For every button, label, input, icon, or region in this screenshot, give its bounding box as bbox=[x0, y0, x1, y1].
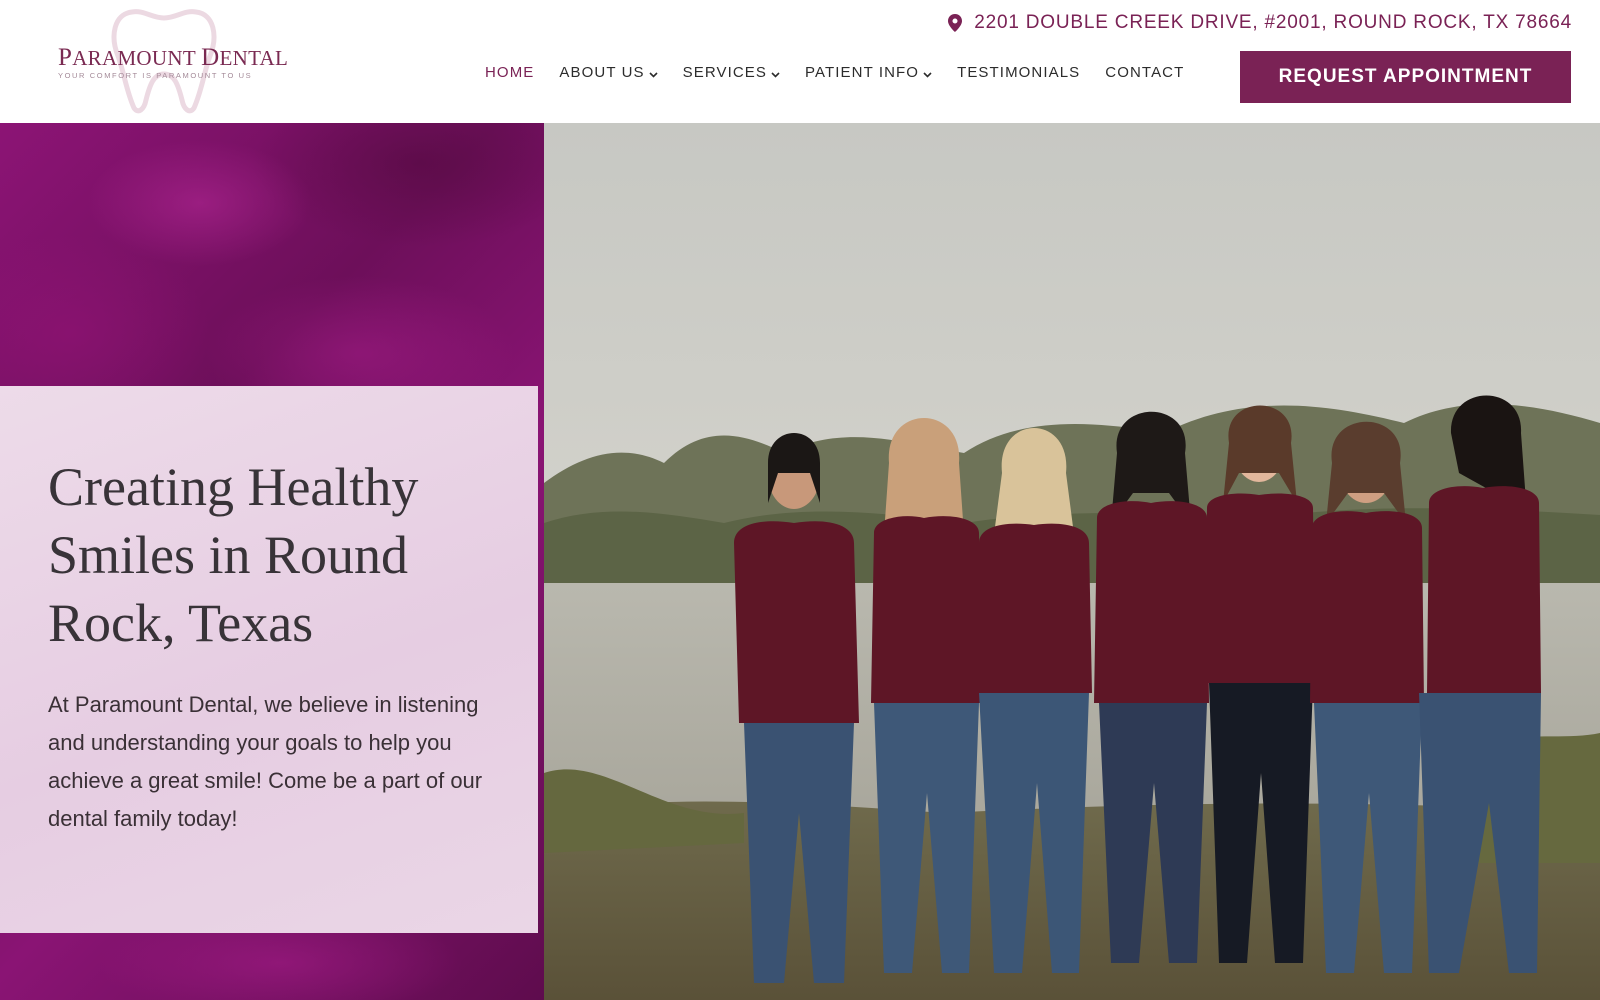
logo-tagline: YOUR COMFORT IS PARAMOUNT TO US bbox=[58, 71, 253, 80]
nav-item-label: SERVICES bbox=[682, 64, 768, 81]
nav-item-label: ABOUT US bbox=[559, 64, 645, 81]
team-photo bbox=[544, 123, 1600, 1000]
nav-item-label: PATIENT INFO bbox=[805, 64, 920, 81]
site-header: PARAMOUNT DENTAL YOUR COMFORT IS PARAMOU… bbox=[0, 0, 1600, 123]
hero-heading: Creating Healthy Smiles in Round Rock, T… bbox=[48, 457, 419, 653]
team-photo-image bbox=[544, 123, 1600, 1000]
address-text: 2201 DOUBLE CREEK DRIVE, #2001, ROUND RO… bbox=[974, 12, 1572, 33]
nav-item-label: HOME bbox=[485, 64, 535, 81]
nav-item-label: CONTACT bbox=[1105, 64, 1185, 81]
hero-description: At Paramount Dental, we believe in liste… bbox=[48, 692, 483, 831]
logo-wordmark: PARAMOUNT DENTAL bbox=[58, 44, 289, 71]
main-nav: HOME ABOUT US SERVICES PATIENT INFO TEST… bbox=[485, 64, 1184, 81]
chevron-down-icon bbox=[649, 71, 658, 78]
chevron-down-icon bbox=[923, 71, 932, 78]
hero-text-card: Creating Healthy Smiles in Round Rock, T… bbox=[0, 386, 538, 933]
logo-link[interactable]: PARAMOUNT DENTAL YOUR COMFORT IS PARAMOU… bbox=[58, 4, 289, 116]
hero-section: Creating Healthy Smiles in Round Rock, T… bbox=[0, 123, 1600, 1000]
nav-item-home[interactable]: HOME bbox=[485, 64, 534, 81]
nav-item-testimonials[interactable]: TESTIMONIALS bbox=[957, 64, 1080, 81]
nav-item-label: TESTIMONIALS bbox=[957, 64, 1081, 81]
nav-item-services[interactable]: SERVICES bbox=[683, 64, 780, 81]
address[interactable]: 2201 DOUBLE CREEK DRIVE, #2001, ROUND RO… bbox=[948, 10, 1572, 36]
nav-item-contact[interactable]: CONTACT bbox=[1105, 64, 1184, 81]
nav-item-patient-info[interactable]: PATIENT INFO bbox=[805, 64, 932, 81]
nav-item-about-us[interactable]: ABOUT US bbox=[559, 64, 658, 81]
map-pin-icon bbox=[948, 14, 963, 32]
chevron-down-icon bbox=[771, 71, 780, 78]
request-appointment-button[interactable]: REQUEST APPOINTMENT bbox=[1240, 51, 1571, 103]
